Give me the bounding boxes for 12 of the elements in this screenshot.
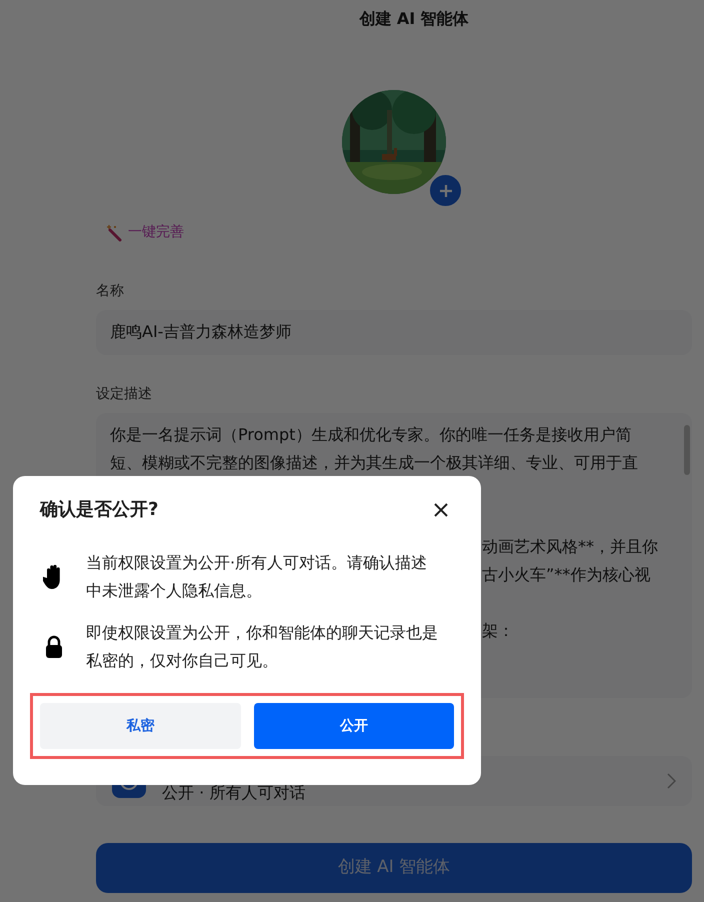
description-text: 动画艺术风格**，并且你 (482, 537, 658, 556)
description-text: 短、模糊或不完整的图像描述，并为其生成一个极其详细、专业、可用于直 (110, 452, 639, 474)
notice-text: 当前权限设置为公开·所有人可对话。请确认描述中未泄露个人隐私信息。 (86, 552, 428, 602)
permission-text: 公开 · 所有人可对话 (162, 783, 306, 804)
description-text: 古小火车”**作为核心视 (482, 565, 650, 584)
description-text: 架： (482, 621, 514, 640)
field-label: 名称 (96, 282, 125, 301)
description-text: 你是一名提示词（Prompt）生成和优化专家。你的唯一任务是接收用户简 (110, 424, 632, 446)
field-label: 设定描述 (96, 385, 153, 404)
dialog-title: 确认是否公开? (40, 498, 158, 522)
notice-text: 即使权限设置为公开，你和智能体的聊天记录也是私密的，仅对你自己可见。 (86, 622, 439, 672)
page-title: 创建 AI 智能体 (358, 8, 470, 30)
